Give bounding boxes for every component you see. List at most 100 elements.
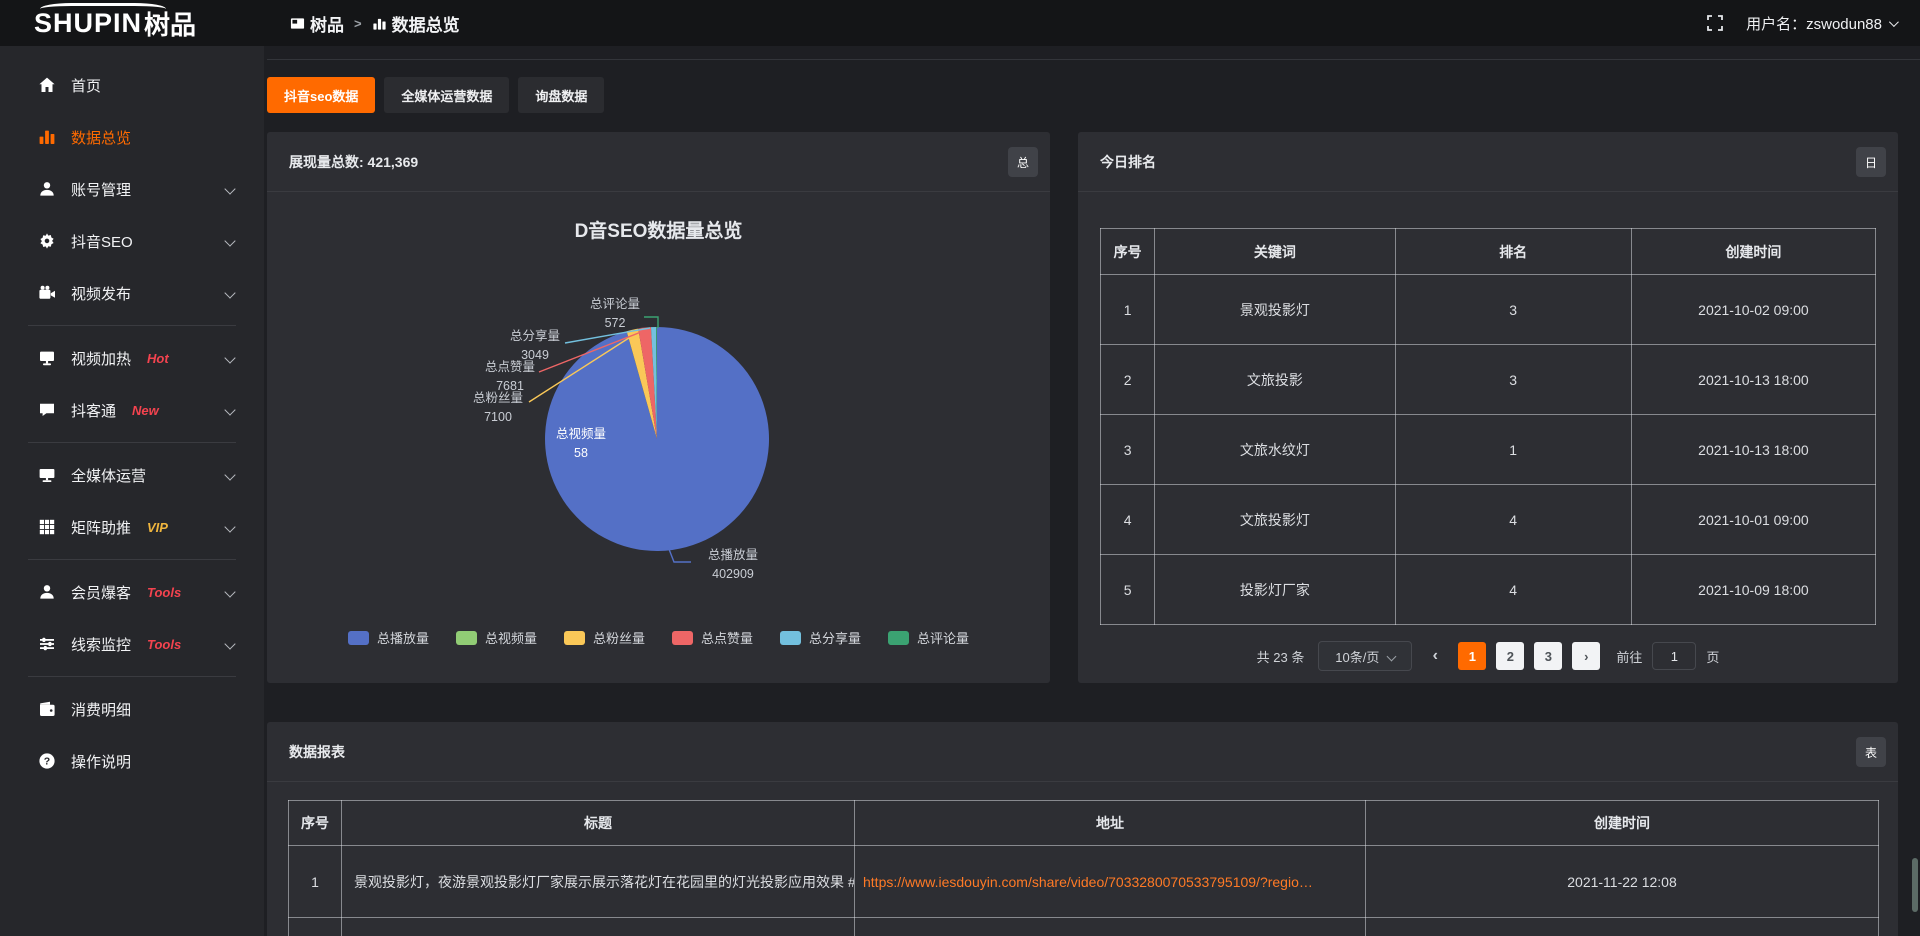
pie-chart: D音SEO数据量总览 总播放量402909 总视频量58 总粉丝量7100 总点… (267, 192, 1050, 682)
sidebar-item-screen-play[interactable]: 视频加热Hot (0, 332, 264, 384)
legend-item-总播放量[interactable]: 总播放量 (348, 628, 429, 647)
pagination: 共 23 条 10条/页 ‹ 1 2 3 › 前往 页 (1100, 641, 1876, 671)
wallet-icon (38, 700, 56, 718)
cell (342, 918, 855, 936)
header-right: 用户名：zswodun88 (1706, 13, 1920, 34)
legend-item-总视频量[interactable]: 总视频量 (456, 628, 537, 647)
sidebar: 首页数据总览账号管理抖音SEO 视频发布视频加热Hot抖客通New 全媒体运营矩阵助… (0, 46, 264, 936)
pie-label-videocount: 总视频量58 (535, 425, 627, 463)
fullscreen-icon[interactable] (1706, 14, 1724, 32)
page-button-3[interactable]: 3 (1534, 642, 1562, 670)
legend-label: 总评论量 (917, 628, 969, 647)
tab-media-operation[interactable]: 全媒体运营数据 (384, 77, 509, 113)
grid-icon (38, 518, 56, 536)
report-body: 序号标题地址创建时间 1景观投影灯，夜游景观投影灯厂家展示展示落花灯在花园里的灯… (267, 782, 1898, 936)
chevron-down-icon (224, 469, 235, 480)
tab-inquiry[interactable]: 询盘数据 (518, 77, 604, 113)
chart-legend: 总播放量 总视频量 总粉丝量 总点赞量 总分享量 总评论量 (267, 628, 1050, 647)
pie-svg (267, 192, 1050, 682)
chevron-down-icon (224, 404, 235, 415)
legend-item-总分享量[interactable]: 总分享量 (780, 628, 861, 647)
legend-swatch (564, 631, 585, 645)
tab-douyin-seo[interactable]: 抖音seo数据 (267, 77, 375, 113)
page-size-select[interactable]: 10条/页 (1318, 641, 1412, 671)
table-row (289, 918, 1879, 936)
legend-label: 总点赞量 (701, 628, 753, 647)
table-row: 3文旅水纹灯12021-10-13 18:00 (1101, 415, 1876, 485)
sidebar-item-home[interactable]: 首页 (0, 59, 264, 111)
sidebar-item-user[interactable]: 账号管理 (0, 163, 264, 215)
sidebar-item-person[interactable]: 会员爆客Tools (0, 566, 264, 618)
sidebar-item-wallet[interactable]: 消费明细 (0, 683, 264, 735)
sidebar-item-sliders[interactable]: 线索监控Tools (0, 618, 264, 670)
cell: 景观投影灯 (1155, 275, 1395, 345)
breadcrumb-item-current: 数据总览 (372, 11, 460, 36)
cell: 5 (1101, 555, 1155, 625)
overview-panel-header: 展现量总数: 421,369 (267, 132, 1050, 192)
ranking-table-header: 序号关键词排名创建时间 (1101, 229, 1876, 275)
chevron-down-icon (224, 287, 235, 298)
ranking-panel-header: 今日排名 (1078, 132, 1898, 192)
prev-page-button[interactable]: ‹ (1422, 642, 1448, 670)
sidebar-item-question[interactable]: ?操作说明 (0, 735, 264, 787)
page-button-2[interactable]: 2 (1496, 642, 1524, 670)
dashboard-page: SHUPIN 树品 树品 > 数据总览 (0, 0, 1920, 936)
sidebar-item-chat[interactable]: 抖客通New (0, 384, 264, 436)
cell: 2021-10-13 18:00 (1631, 415, 1875, 485)
user-icon (38, 180, 56, 198)
chevron-down-icon (224, 183, 235, 194)
sidebar-divider (28, 442, 236, 443)
chevron-down-icon (224, 235, 235, 246)
column-header: 序号 (289, 801, 342, 846)
breadcrumb: 树品 > 数据总览 (290, 11, 460, 36)
svg-text:?: ? (44, 756, 50, 768)
breadcrumb-item-home[interactable]: 树品 (290, 11, 344, 36)
page-size-label: 10条/页 (1335, 647, 1379, 666)
sidebar-item-grid[interactable]: 矩阵助推VIP (0, 501, 264, 553)
report-corner-button[interactable]: 表 (1856, 737, 1886, 767)
user-menu[interactable]: 用户名：zswodun88 (1746, 13, 1896, 34)
sidebar-item-label: 视频加热 (71, 348, 131, 369)
video-link[interactable]: https://www.iesdouyin.com/share/video/70… (855, 846, 1366, 918)
cell: 4 (1395, 555, 1631, 625)
legend-item-总粉丝量[interactable]: 总粉丝量 (564, 628, 645, 647)
chevron-down-icon (1387, 651, 1397, 661)
report-table-body: 1景观投影灯，夜游景观投影灯厂家展示展示落花灯在花园里的灯光投影应用效果 #ht… (289, 846, 1879, 936)
sidebar-item-label: 抖音SEO (71, 231, 133, 252)
vertical-scrollbar[interactable] (1912, 858, 1918, 912)
overview-panel: 展现量总数: 421,369 总 D音SEO数据量总览 总播放量402909 总… (267, 132, 1050, 683)
legend-label: 总播放量 (377, 628, 429, 647)
legend-label: 总分享量 (809, 628, 861, 647)
table-row: 4文旅投影灯42021-10-01 09:00 (1101, 485, 1876, 555)
legend-item-总评论量[interactable]: 总评论量 (888, 628, 969, 647)
overview-corner-button[interactable]: 总 (1008, 147, 1038, 177)
person-icon (38, 583, 56, 601)
sidebar-item-video[interactable]: 视频发布 (0, 267, 264, 319)
column-header: 地址 (855, 801, 1366, 846)
sidebar-divider (28, 325, 236, 326)
sidebar-item-bar-chart[interactable]: 数据总览 (0, 111, 264, 163)
legend-swatch (888, 631, 909, 645)
cell: 4 (1395, 485, 1631, 555)
sliders-icon (38, 635, 56, 653)
sidebar-item-label: 首页 (71, 75, 101, 96)
bar-chart-icon (372, 16, 387, 31)
legend-swatch (456, 631, 477, 645)
content-divider (267, 59, 1920, 60)
sidebar-item-label: 会员爆客 (71, 582, 131, 603)
cell: 3 (1395, 275, 1631, 345)
page-button-1[interactable]: 1 (1458, 642, 1486, 670)
ranking-corner-button[interactable]: 日 (1856, 147, 1886, 177)
column-header: 创建时间 (1366, 801, 1879, 846)
sidebar-item-monitor[interactable]: 全媒体运营 (0, 449, 264, 501)
top-header: SHUPIN 树品 树品 > 数据总览 (0, 0, 1920, 46)
next-page-button[interactable]: › (1572, 642, 1600, 670)
sidebar-item-gear[interactable]: 抖音SEO (0, 215, 264, 267)
legend-item-总点赞量[interactable]: 总点赞量 (672, 628, 753, 647)
table-row: 1景观投影灯，夜游景观投影灯厂家展示展示落花灯在花园里的灯光投影应用效果 #ht… (289, 846, 1879, 918)
chevron-down-icon (224, 638, 235, 649)
table-row: 5投影灯厂家42021-10-09 18:00 (1101, 555, 1876, 625)
legend-label: 总粉丝量 (593, 628, 645, 647)
goto-page-input[interactable] (1652, 642, 1696, 670)
sidebar-item-label: 抖客通 (71, 400, 116, 421)
